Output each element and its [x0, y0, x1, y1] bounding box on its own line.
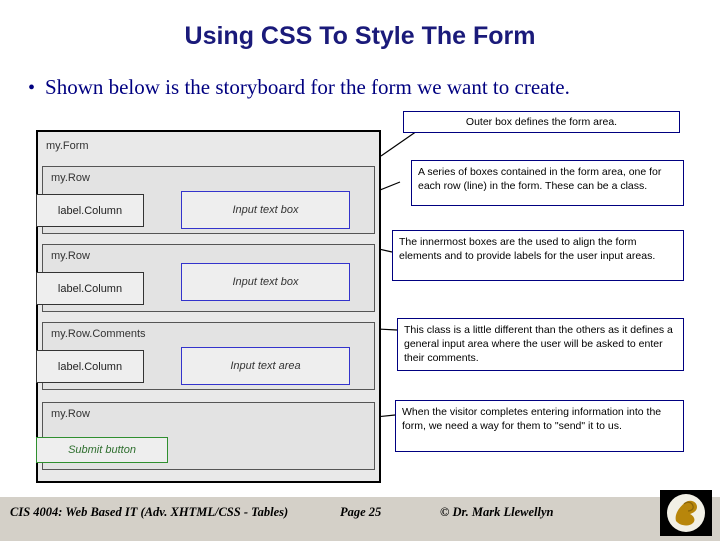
- label-column-1: label.Column: [36, 194, 144, 227]
- callout-submit-note: When the visitor completes entering info…: [395, 400, 684, 452]
- footer-author: © Dr. Mark Llewellyn: [440, 505, 554, 519]
- slide: Using CSS To Style The Form • Shown belo…: [0, 0, 720, 541]
- callout-rows-note: A series of boxes contained in the form …: [411, 160, 684, 206]
- callout-comments-note: This class is a little different than th…: [397, 318, 684, 371]
- row-label-4: my.Row: [51, 408, 90, 420]
- callout-innermost-note: The innermost boxes are the used to alig…: [392, 230, 684, 281]
- bullet-line: • Shown below is the storyboard for the …: [28, 75, 698, 100]
- ucf-pegasus-logo-icon: [660, 490, 712, 536]
- bullet-text: Shown below is the storyboard for the fo…: [45, 75, 570, 99]
- row-label-2: my.Row: [51, 250, 90, 262]
- row-label-3: my.Row.Comments: [51, 328, 146, 340]
- label-column-3: label.Column: [36, 350, 144, 383]
- input-text-box-1[interactable]: Input text box: [181, 191, 350, 229]
- bullet-marker-icon: •: [28, 77, 36, 99]
- footer-bar: CIS 4004: Web Based IT (Adv. XHTML/CSS -…: [0, 496, 720, 541]
- footer-course: CIS 4004: Web Based IT (Adv. XHTML/CSS -…: [10, 505, 289, 519]
- input-text-area[interactable]: Input text area: [181, 347, 350, 385]
- footer-content: CIS 4004: Web Based IT (Adv. XHTML/CSS -…: [0, 505, 640, 520]
- form-outer-label: my.Form: [46, 140, 89, 152]
- callout-outer-box-note: Outer box defines the form area.: [403, 111, 680, 133]
- input-text-box-2[interactable]: Input text box: [181, 263, 350, 301]
- row-label-1: my.Row: [51, 172, 90, 184]
- page-title: Using CSS To Style The Form: [184, 22, 536, 50]
- label-column-2: label.Column: [36, 272, 144, 305]
- footer-page-number: Page 25: [340, 505, 382, 519]
- submit-button[interactable]: Submit button: [36, 437, 168, 463]
